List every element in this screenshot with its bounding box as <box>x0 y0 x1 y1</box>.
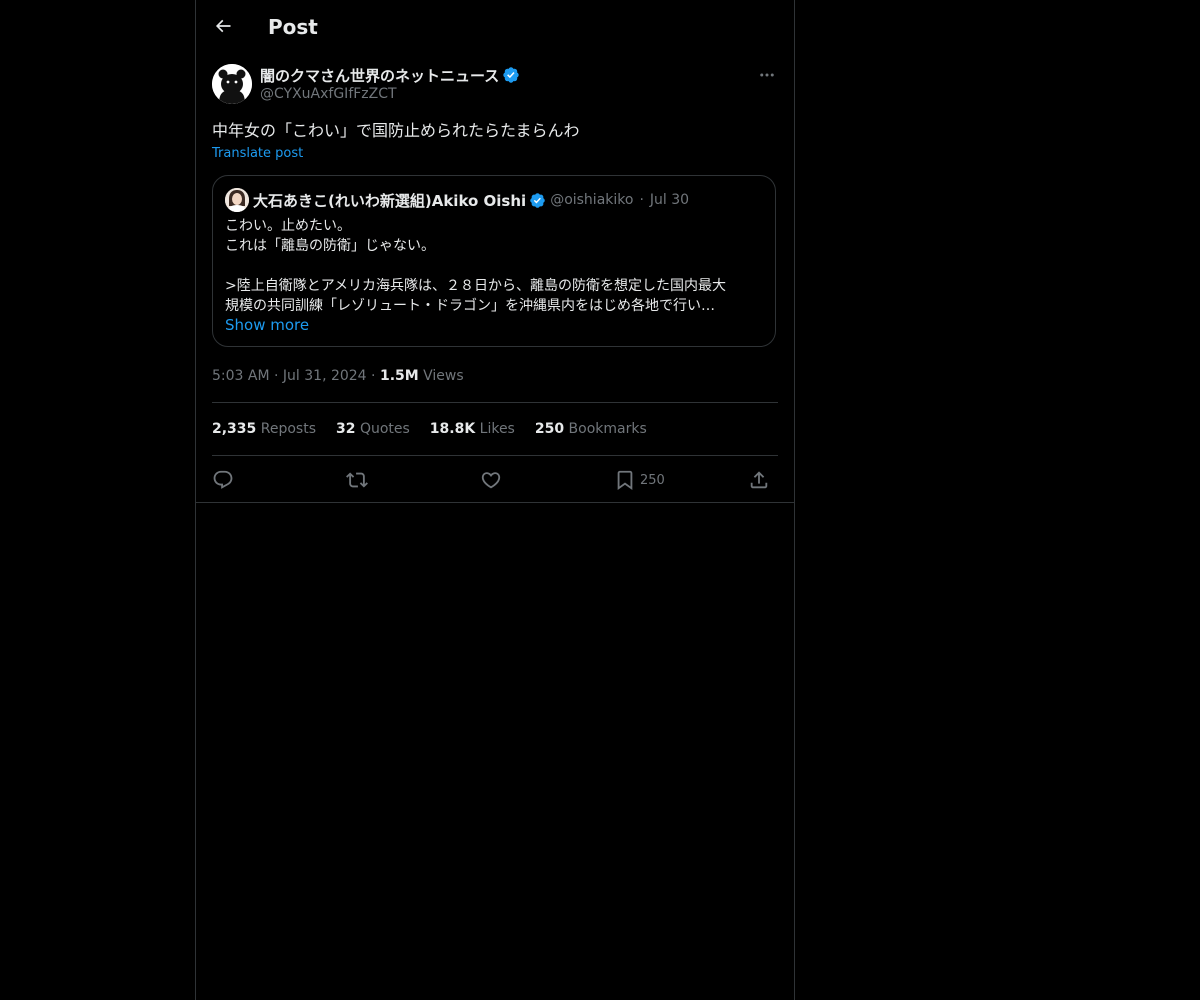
likes-label: Likes <box>479 421 515 437</box>
author-name[interactable]: 闇のクマさん世界のネットニュース <box>260 65 499 86</box>
action-bar: 250 <box>212 466 778 494</box>
post-header: Post <box>196 0 794 53</box>
quote-line: これは「離島の防衛」じゃない。 <box>225 238 435 254</box>
post-text: 中年女の「こわい」で国防止められたらたまらんわ <box>212 121 580 140</box>
post-time[interactable]: 5:03 AM <box>212 368 270 384</box>
reposts-stat[interactable]: 2,335 Reposts <box>212 419 316 439</box>
more-horizontal-icon <box>760 73 774 77</box>
verified-badge-icon <box>530 192 545 208</box>
post-meta: 5:03 AM · Jul 31, 2024 · 1.5M Views <box>212 366 464 386</box>
page-title: Post <box>268 15 318 39</box>
separator-dot: · <box>274 368 283 384</box>
avatar[interactable] <box>212 64 252 104</box>
quotes-label: Quotes <box>359 421 410 437</box>
divider <box>212 402 778 403</box>
views-count: 1.5M <box>379 368 419 384</box>
bookmarks-label: Bookmarks <box>568 421 647 437</box>
quoted-post[interactable]: 大石あきこ(れいわ新選組)Akiko Oishi @oishiakiko · J… <box>212 175 776 347</box>
reply-icon <box>213 470 233 489</box>
quote-body: こわい。止めたい。 これは「離島の防衛」じゃない。 >陸上自衛隊とアメリカ海兵隊… <box>225 216 765 316</box>
quote-author-name[interactable]: 大石あきこ(れいわ新選組)Akiko Oishi <box>253 190 526 211</box>
show-more-link[interactable]: Show more <box>225 316 309 334</box>
share-button[interactable] <box>748 466 770 494</box>
divider <box>212 455 778 456</box>
quote-header: 大石あきこ(れいわ新選組)Akiko Oishi @oishiakiko · J… <box>253 190 689 210</box>
bookmark-icon <box>617 470 633 491</box>
quote-date[interactable]: Jul 30 <box>650 192 689 208</box>
author-name-row: 闇のクマさん世界のネットニュース <box>260 65 520 85</box>
post-author: 闇のクマさん世界のネットニュース @CYXuAxfGIfFzZCT <box>212 64 778 108</box>
likes-stat[interactable]: 18.8K Likes <box>430 419 515 439</box>
translate-post-link[interactable]: Translate post <box>212 146 303 161</box>
bear-avatar-icon <box>212 64 252 104</box>
separator-dot: · <box>639 192 644 208</box>
quote-line: >陸上自衛隊とアメリカ海兵隊は、２８日から、離島の防衛を想定した国内最大 <box>225 278 727 294</box>
arrow-left-icon <box>215 19 231 33</box>
share-icon <box>750 471 768 489</box>
bookmarks-stat[interactable]: 250 Bookmarks <box>535 419 647 439</box>
bookmark-button[interactable]: 250 <box>614 466 665 494</box>
post-date[interactable]: Jul 31, 2024 <box>283 368 367 384</box>
repost-button[interactable] <box>346 466 368 494</box>
repost-icon <box>346 472 368 488</box>
post-stats: 2,335 Reposts 32 Quotes 18.8K Likes 250 … <box>212 419 667 439</box>
back-button[interactable] <box>209 12 237 40</box>
separator-dot: · <box>371 368 380 384</box>
verified-badge-icon <box>503 67 519 83</box>
likes-count: 18.8K <box>429 421 476 437</box>
heart-icon <box>481 472 501 489</box>
person-avatar-icon <box>225 188 249 212</box>
quote-line: こわい。止めたい。 <box>225 218 351 234</box>
reposts-count: 2,335 <box>212 421 257 437</box>
bookmarks-count: 250 <box>534 421 565 437</box>
quote-author-handle: @oishiakiko <box>550 192 634 208</box>
views-label: Views <box>423 368 464 384</box>
divider <box>196 502 794 503</box>
quote-avatar[interactable] <box>225 188 249 212</box>
reply-button[interactable] <box>212 466 234 494</box>
quote-line: 規模の共同訓練「レゾリュート・ドラゴン」を沖縄県内をはじめ各地で行い… <box>225 298 715 314</box>
more-options-button[interactable] <box>756 64 778 86</box>
quotes-stat[interactable]: 32 Quotes <box>336 419 410 439</box>
post-column: Post 闇のクマさん世界のネットニュース @CYXuAxfGIfFzZCT 中… <box>195 0 795 1000</box>
bookmark-count: 250 <box>640 472 665 488</box>
like-button[interactable] <box>480 466 502 494</box>
reposts-label: Reposts <box>260 421 316 437</box>
quote-line <box>225 256 765 276</box>
author-handle[interactable]: @CYXuAxfGIfFzZCT <box>260 86 397 102</box>
quotes-count: 32 <box>336 421 356 437</box>
